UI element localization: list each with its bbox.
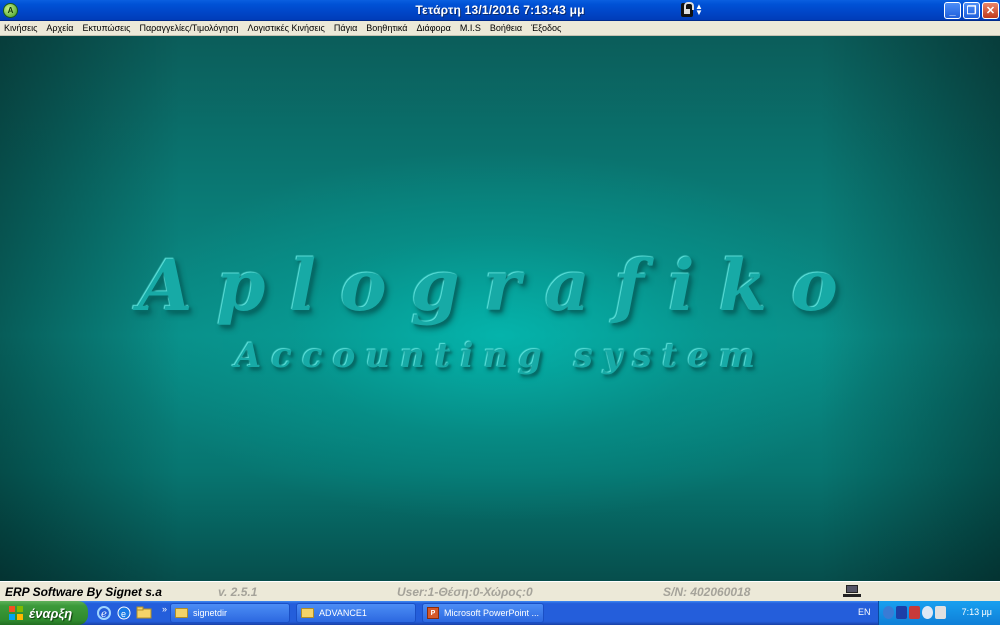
close-button[interactable]: ✕: [982, 2, 999, 19]
menu-item-voitheia[interactable]: Βοήθεια: [490, 23, 522, 33]
network-icon[interactable]: [883, 606, 894, 619]
language-indicator[interactable]: EN: [858, 607, 871, 617]
browser-icon[interactable]: e: [116, 605, 132, 621]
menu-item-paraggelies[interactable]: Παραγγελίες/Τιμολόγηση: [139, 23, 238, 33]
status-bar: ERP Software By Signet s.a v. 2.5.1 User…: [0, 581, 1000, 601]
menu-item-ektyposeis[interactable]: Εκτυπώσεις: [82, 23, 130, 33]
task-advance1[interactable]: ADVANCE1: [296, 603, 416, 623]
security-icon[interactable]: [909, 606, 920, 619]
minimize-button[interactable]: _: [944, 2, 961, 19]
task-label: signetdir: [193, 608, 228, 618]
menu-bar: Κινήσεις Αρχεία Εκτυπώσεις Παραγγελίες/Τ…: [0, 21, 1000, 36]
explorer-icon[interactable]: [136, 605, 152, 621]
menu-item-diafora[interactable]: Διάφορα: [416, 23, 450, 33]
folder-icon: [175, 608, 188, 618]
taskbar: έναρξη e e » signetdir ADVANCE1 P Micros…: [0, 601, 1000, 625]
menu-item-pagia[interactable]: Πάγια: [334, 23, 357, 33]
up-down-arrows-icon[interactable]: ▲ ▼: [695, 3, 703, 17]
flag-icon[interactable]: [896, 606, 907, 619]
folder-icon: [301, 608, 314, 618]
task-powerpoint[interactable]: P Microsoft PowerPoint ...: [422, 603, 544, 623]
task-label: Microsoft PowerPoint ...: [444, 608, 540, 618]
menu-item-arxeia[interactable]: Αρχεία: [46, 23, 73, 33]
title-bar[interactable]: A Τετάρτη 13/1/2016 7:13:43 μμ ▲ ▼ _ ❐ ✕: [0, 0, 1000, 21]
start-button[interactable]: έναρξη: [0, 601, 88, 625]
windows-flag-icon: [9, 606, 23, 620]
menu-item-exodos[interactable]: Έξοδος: [531, 23, 561, 33]
svg-text:e: e: [101, 609, 107, 620]
status-serial: S/N: 402060018: [663, 585, 751, 599]
main-canvas: Aplografiko Accounting system: [0, 36, 1000, 581]
menu-item-voithitika[interactable]: Βοηθητικά: [366, 23, 407, 33]
window-title: Τετάρτη 13/1/2016 7:13:43 μμ: [415, 3, 585, 17]
clock[interactable]: 7:13 μμ: [962, 607, 992, 617]
svg-text:e: e: [121, 609, 126, 619]
menu-item-kiniseis[interactable]: Κινήσεις: [4, 23, 37, 33]
powerpoint-icon: P: [427, 607, 439, 619]
logo-subtitle: Accounting system: [234, 336, 766, 376]
status-user: User:1-Θέση:0-Χώρος:0: [397, 585, 533, 599]
menu-item-mis[interactable]: M.I.S: [460, 23, 481, 33]
system-tray: 7:13 μμ: [878, 601, 1000, 625]
task-label: ADVANCE1: [319, 608, 367, 618]
logo-title: Aplografiko: [138, 244, 862, 327]
wifi-icon[interactable]: [922, 606, 933, 619]
computer-icon[interactable]: [842, 585, 862, 598]
maximize-button[interactable]: ❐: [963, 2, 980, 19]
status-version: v. 2.5.1: [218, 585, 258, 599]
status-company: ERP Software By Signet s.a: [5, 585, 162, 599]
lock-icon[interactable]: [681, 2, 694, 17]
menu-item-logistikes-kiniseis[interactable]: Λογιστικές Κινήσεις: [248, 23, 325, 33]
start-label: έναρξη: [29, 605, 73, 621]
volume-icon[interactable]: [935, 606, 946, 619]
quick-launch-more[interactable]: »: [162, 605, 167, 621]
task-signetdir[interactable]: signetdir: [170, 603, 290, 623]
internet-explorer-icon[interactable]: e: [96, 605, 112, 621]
quick-launch: e e »: [96, 605, 167, 621]
